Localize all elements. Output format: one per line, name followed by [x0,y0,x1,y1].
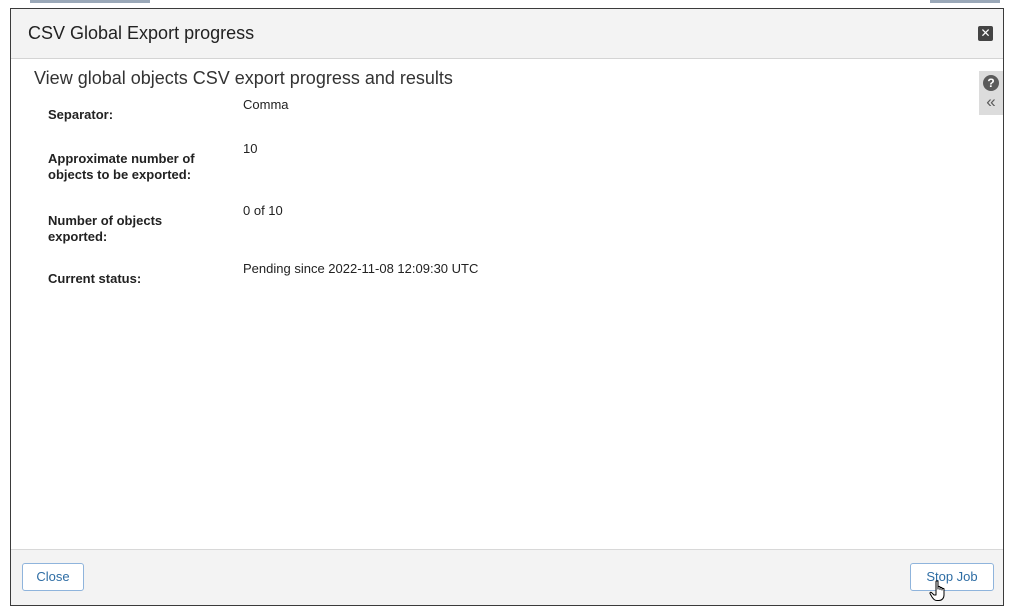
dialog-footer: Close Stop Job [11,549,1003,605]
side-toolbar: ? « [979,71,1003,115]
approximate-count-value: 10 [243,141,258,156]
help-icon[interactable]: ? [983,75,999,91]
approximate-count-label-line2: objects to be exported: [48,167,192,182]
separator-value: Comma [243,97,289,112]
separator-label: Separator: [48,107,114,122]
approximate-count-label-line1: Approximate number of [48,151,195,166]
dialog-title: CSV Global Export progress [28,23,255,43]
stop-job-button[interactable]: Stop Job [910,563,994,591]
dialog-titlebar: CSV Global Export progress ✕ [11,9,1003,59]
background-decoration [30,0,150,3]
page-heading: View global objects CSV export progress … [34,68,453,88]
exported-count-label-line1: Number of objects [48,213,163,228]
approximate-count-label: Approximate number of objects to be expo… [48,151,223,183]
close-button[interactable]: Close [22,563,84,591]
status-value: Pending since 2022-11-08 12:09:30 UTC [243,261,479,276]
close-icon[interactable]: ✕ [978,26,993,41]
background-page-sliver [0,0,1012,8]
background-decoration [930,0,1000,3]
exported-count-value: 0 of 10 [243,203,283,218]
exported-count-label: Number of objects exported: [48,213,223,245]
export-progress-dialog: CSV Global Export progress ✕ View global… [10,8,1004,606]
exported-count-label-line2: exported: [48,229,108,244]
status-label: Current status: [48,271,142,286]
dialog-content: View global objects CSV export progress … [11,59,1003,551]
screen: CSV Global Export progress ✕ View global… [0,0,1012,614]
double-chevron-left-icon[interactable]: « [983,93,999,111]
